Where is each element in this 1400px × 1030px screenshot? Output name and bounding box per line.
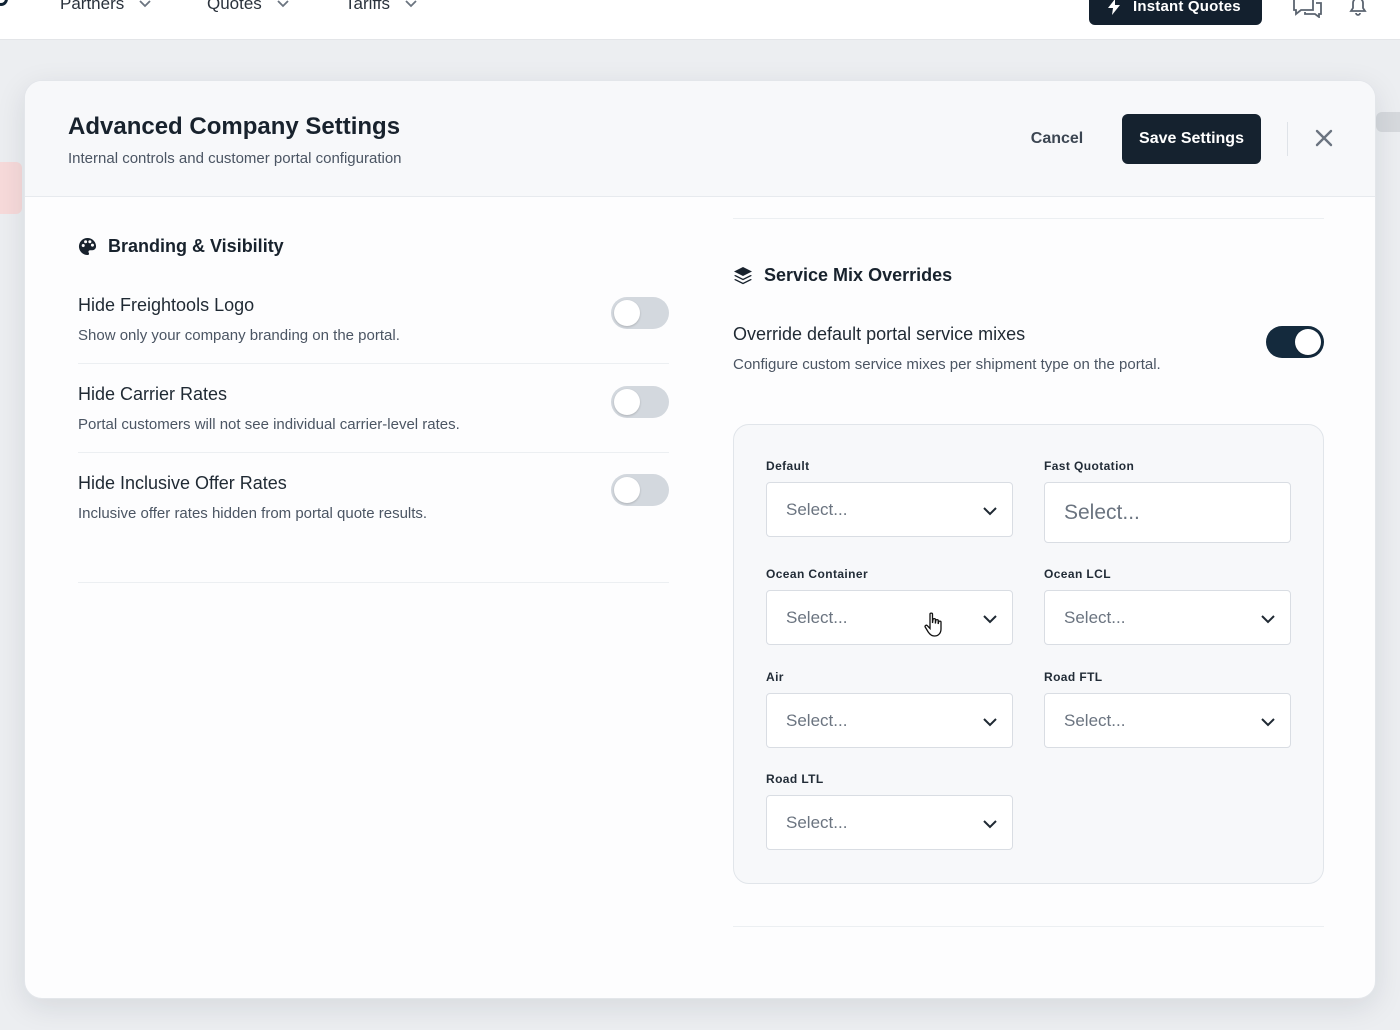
setting-label: Hide Freightools Logo: [78, 295, 255, 315]
select-placeholder: Select...: [1064, 711, 1126, 730]
service-mix-section-title: Service Mix Overrides: [733, 265, 952, 286]
override-service-mixes-toggle[interactable]: [1266, 326, 1324, 358]
setting-description: Configure custom service mixes per shipm…: [733, 356, 1161, 373]
setting-label: Override default portal service mixes: [733, 324, 1026, 344]
chevron-down-icon: [983, 718, 997, 727]
field-label-road-ltl: Road LTL: [766, 772, 824, 786]
nav-item-label: Quotes: [207, 0, 262, 13]
hide-logo-toggle[interactable]: [611, 297, 669, 329]
select-placeholder: Select...: [786, 711, 848, 730]
setting-hide-inclusive-offer-rates: Hide Inclusive Offer Rates Inclusive off…: [78, 473, 669, 522]
background-fragment: [1376, 112, 1400, 132]
hide-inclusive-offer-rates-toggle[interactable]: [611, 474, 669, 506]
chevron-down-icon: [139, 0, 151, 8]
setting-description: Show only your company branding on the p…: [78, 327, 400, 344]
field-label-ocean-lcl: Ocean LCL: [1044, 567, 1111, 581]
instant-quotes-label: Instant Quotes: [1133, 0, 1241, 15]
section-divider: [733, 218, 1324, 219]
chevron-down-icon: [983, 820, 997, 829]
layers-icon: [734, 266, 752, 284]
chevron-down-icon: [1261, 718, 1275, 727]
chat-icon[interactable]: [1291, 0, 1323, 18]
chevron-down-icon: [983, 507, 997, 516]
hide-carrier-rates-toggle[interactable]: [611, 386, 669, 418]
modal-header: Advanced Company Settings Internal contr…: [25, 81, 1375, 197]
chevron-down-icon: [405, 0, 417, 8]
cancel-button[interactable]: Cancel: [1015, 114, 1099, 164]
road-ltl-select[interactable]: Select...: [766, 795, 1013, 850]
chevron-down-icon: [983, 615, 997, 624]
select-placeholder: Select...: [786, 608, 848, 627]
setting-hide-logo: Hide Freightools Logo Show only your com…: [78, 295, 669, 344]
logo-icon: [0, 0, 8, 6]
road-ftl-select[interactable]: Select...: [1044, 693, 1291, 748]
close-icon: [1315, 129, 1333, 147]
top-navigation-bar: Partners Quotes Tariffs Instant Quotes: [0, 0, 1400, 40]
setting-hide-carrier-rates: Hide Carrier Rates Portal customers will…: [78, 384, 669, 433]
hand-cursor-icon: [924, 612, 942, 637]
section-title-label: Branding & Visibility: [108, 236, 284, 256]
default-select[interactable]: Select...: [766, 482, 1013, 537]
select-placeholder: Select...: [1064, 608, 1126, 627]
row-divider: [78, 363, 669, 364]
ocean-lcl-select[interactable]: Select...: [1044, 590, 1291, 645]
advanced-settings-modal: Advanced Company Settings Internal contr…: [24, 80, 1376, 999]
nav-item-label: Partners: [60, 0, 125, 13]
branding-section-title: Branding & Visibility: [78, 236, 284, 257]
select-placeholder: Select...: [786, 500, 848, 519]
nav-item-partners[interactable]: Partners: [60, 0, 152, 14]
bolt-icon: [1108, 0, 1120, 15]
field-label-air: Air: [766, 670, 784, 684]
field-label-fast-quotation: Fast Quotation: [1044, 459, 1135, 473]
nav-item-tariffs[interactable]: Tariffs: [345, 0, 418, 14]
setting-description: Portal customers will not see individual…: [78, 416, 460, 433]
save-settings-button[interactable]: Save Settings: [1122, 114, 1261, 164]
toggle-knob: [614, 477, 640, 503]
setting-label: Hide Carrier Rates: [78, 384, 228, 404]
setting-label: Hide Inclusive Offer Rates: [78, 473, 287, 493]
section-divider: [733, 926, 1324, 927]
setting-description: Inclusive offer rates hidden from portal…: [78, 505, 428, 522]
ocean-container-select[interactable]: Select...: [766, 590, 1013, 645]
instant-quotes-button[interactable]: Instant Quotes: [1089, 0, 1262, 25]
chevron-down-icon: [1261, 615, 1275, 624]
nav-item-label: Tariffs: [345, 0, 391, 13]
air-select[interactable]: Select...: [766, 693, 1013, 748]
row-divider: [78, 452, 669, 453]
toggle-knob: [1295, 329, 1321, 355]
fast-quotation-input[interactable]: Select...: [1044, 482, 1291, 543]
section-divider: [78, 582, 669, 583]
header-divider: [1287, 122, 1288, 156]
field-label-road-ftl: Road FTL: [1044, 670, 1103, 684]
modal-subtitle: Internal controls and customer portal co…: [68, 150, 402, 167]
background-alert-fragment: [0, 162, 22, 214]
close-button[interactable]: [1310, 124, 1338, 152]
nav-item-quotes[interactable]: Quotes: [207, 0, 290, 14]
select-placeholder: Select...: [786, 813, 848, 832]
field-label-ocean-container: Ocean Container: [766, 567, 869, 581]
setting-override-service-mixes: Override default portal service mixes Co…: [733, 324, 1324, 373]
toggle-knob: [614, 389, 640, 415]
select-placeholder: Select...: [1064, 501, 1140, 524]
bell-icon[interactable]: [1346, 0, 1370, 18]
field-label-default: Default: [766, 459, 810, 473]
toggle-knob: [614, 300, 640, 326]
palette-icon: [78, 237, 97, 256]
section-title-label: Service Mix Overrides: [764, 265, 953, 285]
modal-title: Advanced Company Settings: [68, 113, 401, 140]
chevron-down-icon: [277, 0, 289, 8]
